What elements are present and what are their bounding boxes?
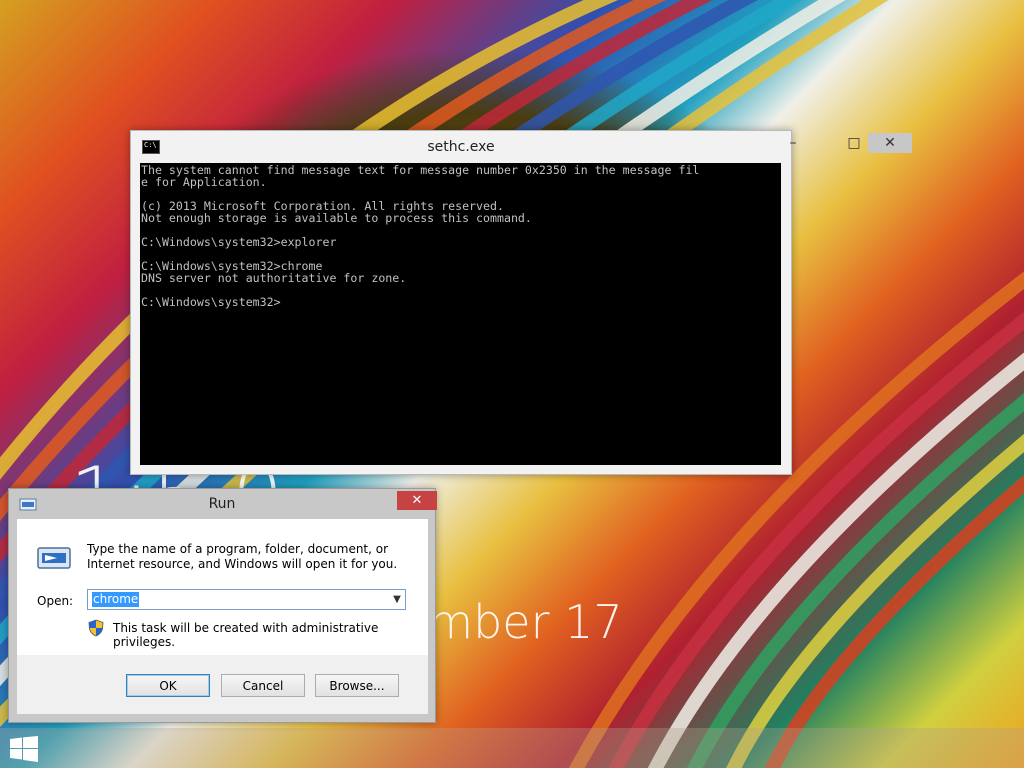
- run-content-area: Type the name of a program, folder, docu…: [17, 519, 428, 655]
- console-text: The system cannot find message text for …: [140, 163, 781, 308]
- chevron-down-icon[interactable]: ▼: [389, 590, 405, 609]
- console-line: C:\Windows\system32>explorer: [141, 235, 337, 249]
- console-titlebar[interactable]: sethc.exe – □ ✕: [131, 131, 912, 163]
- console-window[interactable]: sethc.exe – □ ✕ The system cannot find m…: [130, 130, 912, 475]
- console-line: C:\Windows\system32>: [141, 295, 281, 309]
- open-label: Open:: [37, 594, 74, 608]
- uac-shield-icon: [88, 619, 104, 637]
- run-description: Type the name of a program, folder, docu…: [87, 542, 398, 571]
- run-dialog-title: Run: [208, 496, 236, 512]
- browse-button[interactable]: Browse...: [315, 674, 399, 697]
- console-line: Not enough storage is available to proce…: [141, 211, 532, 225]
- taskbar: [0, 728, 1024, 768]
- run-dialog[interactable]: Run ✕ Type the name of a program, folder…: [8, 488, 437, 723]
- cancel-button[interactable]: Cancel: [221, 674, 305, 697]
- maximize-button[interactable]: □: [839, 133, 869, 153]
- ok-button[interactable]: OK: [126, 674, 210, 697]
- console-output[interactable]: The system cannot find message text for …: [140, 163, 781, 465]
- close-button[interactable]: ✕: [397, 491, 437, 510]
- close-button[interactable]: ✕: [868, 133, 912, 153]
- run-program-icon: [37, 547, 71, 569]
- console-line: DNS server not authoritative for zone.: [141, 271, 407, 285]
- admin-privileges-note: This task will be created with administr…: [113, 621, 379, 649]
- windows-start-icon[interactable]: [10, 736, 38, 762]
- open-input-value[interactable]: chrome: [92, 592, 140, 607]
- console-title: sethc.exe: [427, 139, 495, 155]
- console-line: e for Application.: [141, 175, 267, 189]
- open-combobox[interactable]: chrome ▼: [87, 589, 406, 610]
- minimize-button[interactable]: –: [778, 133, 808, 153]
